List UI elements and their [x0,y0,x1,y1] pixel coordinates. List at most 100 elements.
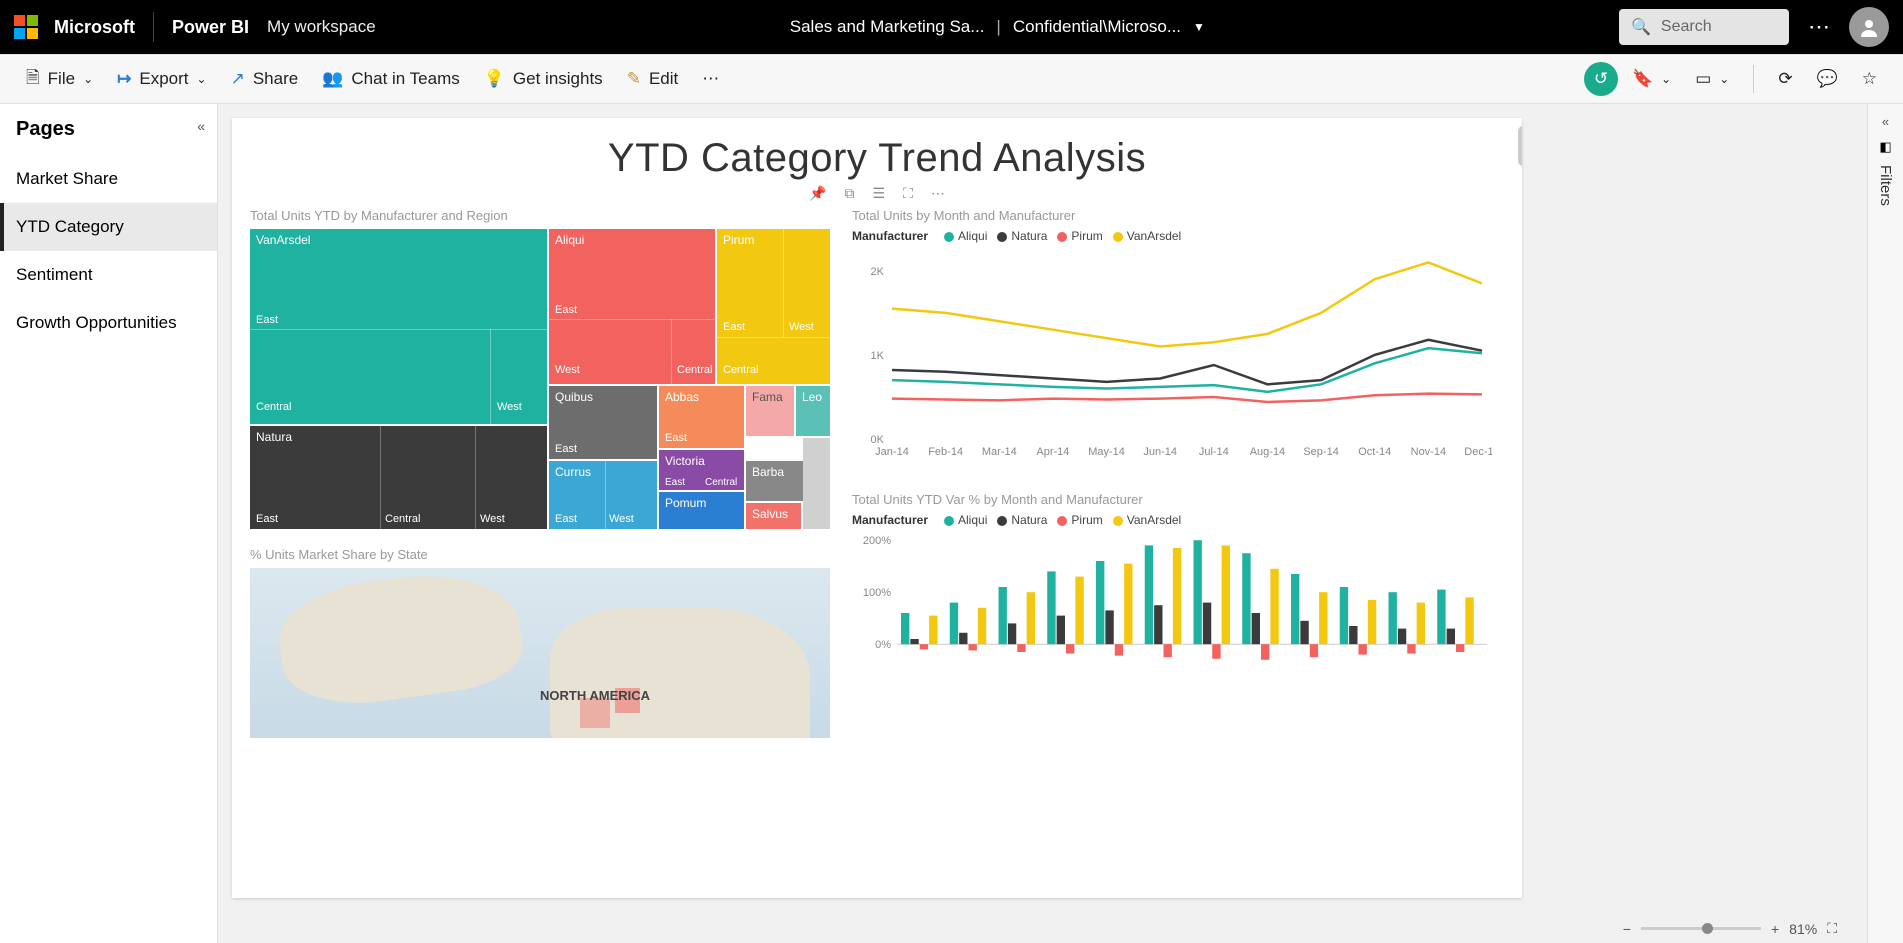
treemap-title: Total Units YTD by Manufacturer and Regi… [250,208,840,223]
tm-quibus[interactable]: Quibus East [549,386,657,459]
svg-text:Sep-14: Sep-14 [1303,446,1338,458]
map-title: % Units Market Share by State [250,547,840,562]
comment-button[interactable]: 💬 [1807,63,1848,95]
page-tab-sentiment[interactable]: Sentiment [0,251,217,299]
tm-aliqui[interactable]: Aliqui East West Central [549,229,715,384]
line-legend: Manufacturer AliquiNaturaPirumVanArsdel [852,229,1502,243]
export-label: Export [139,69,188,89]
more-toolbar-icon[interactable]: ⋯ [692,63,729,95]
treemap-visual[interactable]: VanArsdel East Central West Natura East … [250,229,830,529]
sensitivity-label[interactable]: Confidential\Microso... [1013,17,1181,37]
chat-teams-button[interactable]: 👥 Chat in Teams [312,63,470,95]
comment-icon: 💬 [1817,69,1838,89]
scrollbar[interactable] [1518,126,1522,166]
page-tab-ytd-category[interactable]: YTD Category [0,203,217,251]
chevron-down-icon: ⌄ [197,72,207,86]
svg-text:Jul-14: Jul-14 [1199,446,1229,458]
tm-currus[interactable]: Currus East West [549,461,657,529]
tm-pomum[interactable]: Pomum [659,492,744,529]
reset-button[interactable]: ↺ [1584,62,1618,96]
favorite-button[interactable]: ☆ [1852,63,1887,95]
zoom-in-button[interactable]: + [1771,921,1779,937]
collapse-pages-icon[interactable]: « [197,118,205,134]
more-icon[interactable]: ⋯ [931,185,945,202]
share-button[interactable]: ↗ Share [221,63,309,95]
report-name[interactable]: Sales and Marketing Sa... [790,17,985,37]
line-chart-title: Total Units by Month and Manufacturer [852,208,1502,223]
chevron-down-icon[interactable]: ▼ [1193,20,1205,34]
filters-label: Filters [1877,165,1894,206]
svg-text:Apr-14: Apr-14 [1036,446,1069,458]
header-title-area: Sales and Marketing Sa... | Confidential… [386,17,1609,37]
svg-text:2K: 2K [871,266,885,278]
workspace-breadcrumb[interactable]: My workspace [267,17,376,37]
insights-label: Get insights [513,69,603,89]
filter-icon[interactable]: ☰ [873,185,886,202]
svg-text:Mar-14: Mar-14 [982,446,1017,458]
zoom-out-button[interactable]: − [1623,921,1631,937]
filters-pane-collapsed[interactable]: « ◧ Filters [1867,104,1903,943]
brand-label: Microsoft [54,17,135,38]
tm-other[interactable] [803,438,830,529]
filters-icon: ◧ [1879,139,1891,155]
svg-text:0K: 0K [871,434,885,446]
chat-label: Chat in Teams [351,69,459,89]
svg-text:Feb-14: Feb-14 [928,446,963,458]
edit-button[interactable]: ✎ Edit [617,63,689,95]
zoom-value: 81% [1789,921,1817,937]
chevron-down-icon: ⌄ [1719,72,1729,86]
search-input[interactable]: 🔍 Search [1619,9,1789,45]
map-visual[interactable]: NORTH AMERICA [250,568,830,738]
page-tab-growth-opportunities[interactable]: Growth Opportunities [0,299,217,347]
tm-abbas[interactable]: Abbas East [659,386,744,448]
legend-label: Manufacturer [852,513,928,527]
export-menu[interactable]: ↦ Export ⌄ [107,63,216,95]
view-menu[interactable]: ▭⌄ [1685,63,1739,95]
tm-fama[interactable]: Fama [746,386,794,436]
divider [153,12,154,42]
share-icon: ↗ [231,69,245,89]
edit-label: Edit [649,69,678,89]
search-placeholder: Search [1661,18,1712,36]
get-insights-button[interactable]: 💡 Get insights [474,63,613,95]
zoom-control: − + 81% ⛶ [1623,920,1837,937]
bookmark-icon: 🔖 [1632,69,1653,89]
report-toolbar: 🗎 File ⌄ ↦ Export ⌄ ↗ Share 👥 Chat in Te… [0,54,1903,104]
svg-text:Dec-14: Dec-14 [1464,446,1492,458]
bookmark-menu[interactable]: 🔖⌄ [1622,63,1681,95]
app-name[interactable]: Power BI [172,17,249,38]
tm-leo[interactable]: Leo [796,386,830,436]
search-icon: 🔍 [1631,17,1651,37]
tm-pirum[interactable]: Pirum East West Central [717,229,830,384]
file-label: File [48,69,75,89]
visual-actions: 📌 ⧉ ☰ ⛶ ⋯ [250,185,1504,202]
tm-victoria[interactable]: Victoria East Central [659,450,744,490]
account-avatar-icon[interactable] [1849,7,1889,47]
tm-salvus[interactable]: Salvus [746,503,801,529]
bar-chart-title: Total Units YTD Var % by Month and Manuf… [852,492,1502,507]
rectangle-icon: ▭ [1695,69,1711,89]
pages-panel: Pages « Market ShareYTD CategorySentimen… [0,104,218,943]
page-tab-market-share[interactable]: Market Share [0,155,217,203]
file-menu[interactable]: 🗎 File ⌄ [16,59,103,100]
bulb-icon: 💡 [484,69,505,89]
svg-text:Oct-14: Oct-14 [1358,446,1391,458]
more-options-icon[interactable]: ⋯ [1799,7,1839,47]
tm-vanarsdel[interactable]: VanArsdel East Central West [250,229,547,424]
chevron-down-icon: ⌄ [83,72,93,86]
file-icon: 🗎 [26,65,40,94]
bar-legend: Manufacturer AliquiNaturaPirumVanArsdel [852,513,1502,527]
focus-icon[interactable]: ⛶ [903,185,913,202]
copy-icon[interactable]: ⧉ [845,185,855,202]
line-chart-visual[interactable]: 0K1K2KJan-14Feb-14Mar-14Apr-14May-14Jun-… [852,249,1492,459]
svg-text:Jan-14: Jan-14 [875,446,909,458]
refresh-button[interactable]: ⟳ [1768,63,1802,95]
fit-page-icon[interactable]: ⛶ [1827,920,1837,937]
expand-filters-icon[interactable]: « [1882,114,1889,129]
svg-text:May-14: May-14 [1088,446,1125,458]
svg-text:0%: 0% [875,639,891,651]
zoom-slider[interactable] [1641,927,1761,930]
tm-natura[interactable]: Natura East Central West [250,426,547,529]
pin-icon[interactable]: 📌 [809,185,826,202]
bar-chart-visual[interactable]: 0%100%200% [852,533,1492,673]
